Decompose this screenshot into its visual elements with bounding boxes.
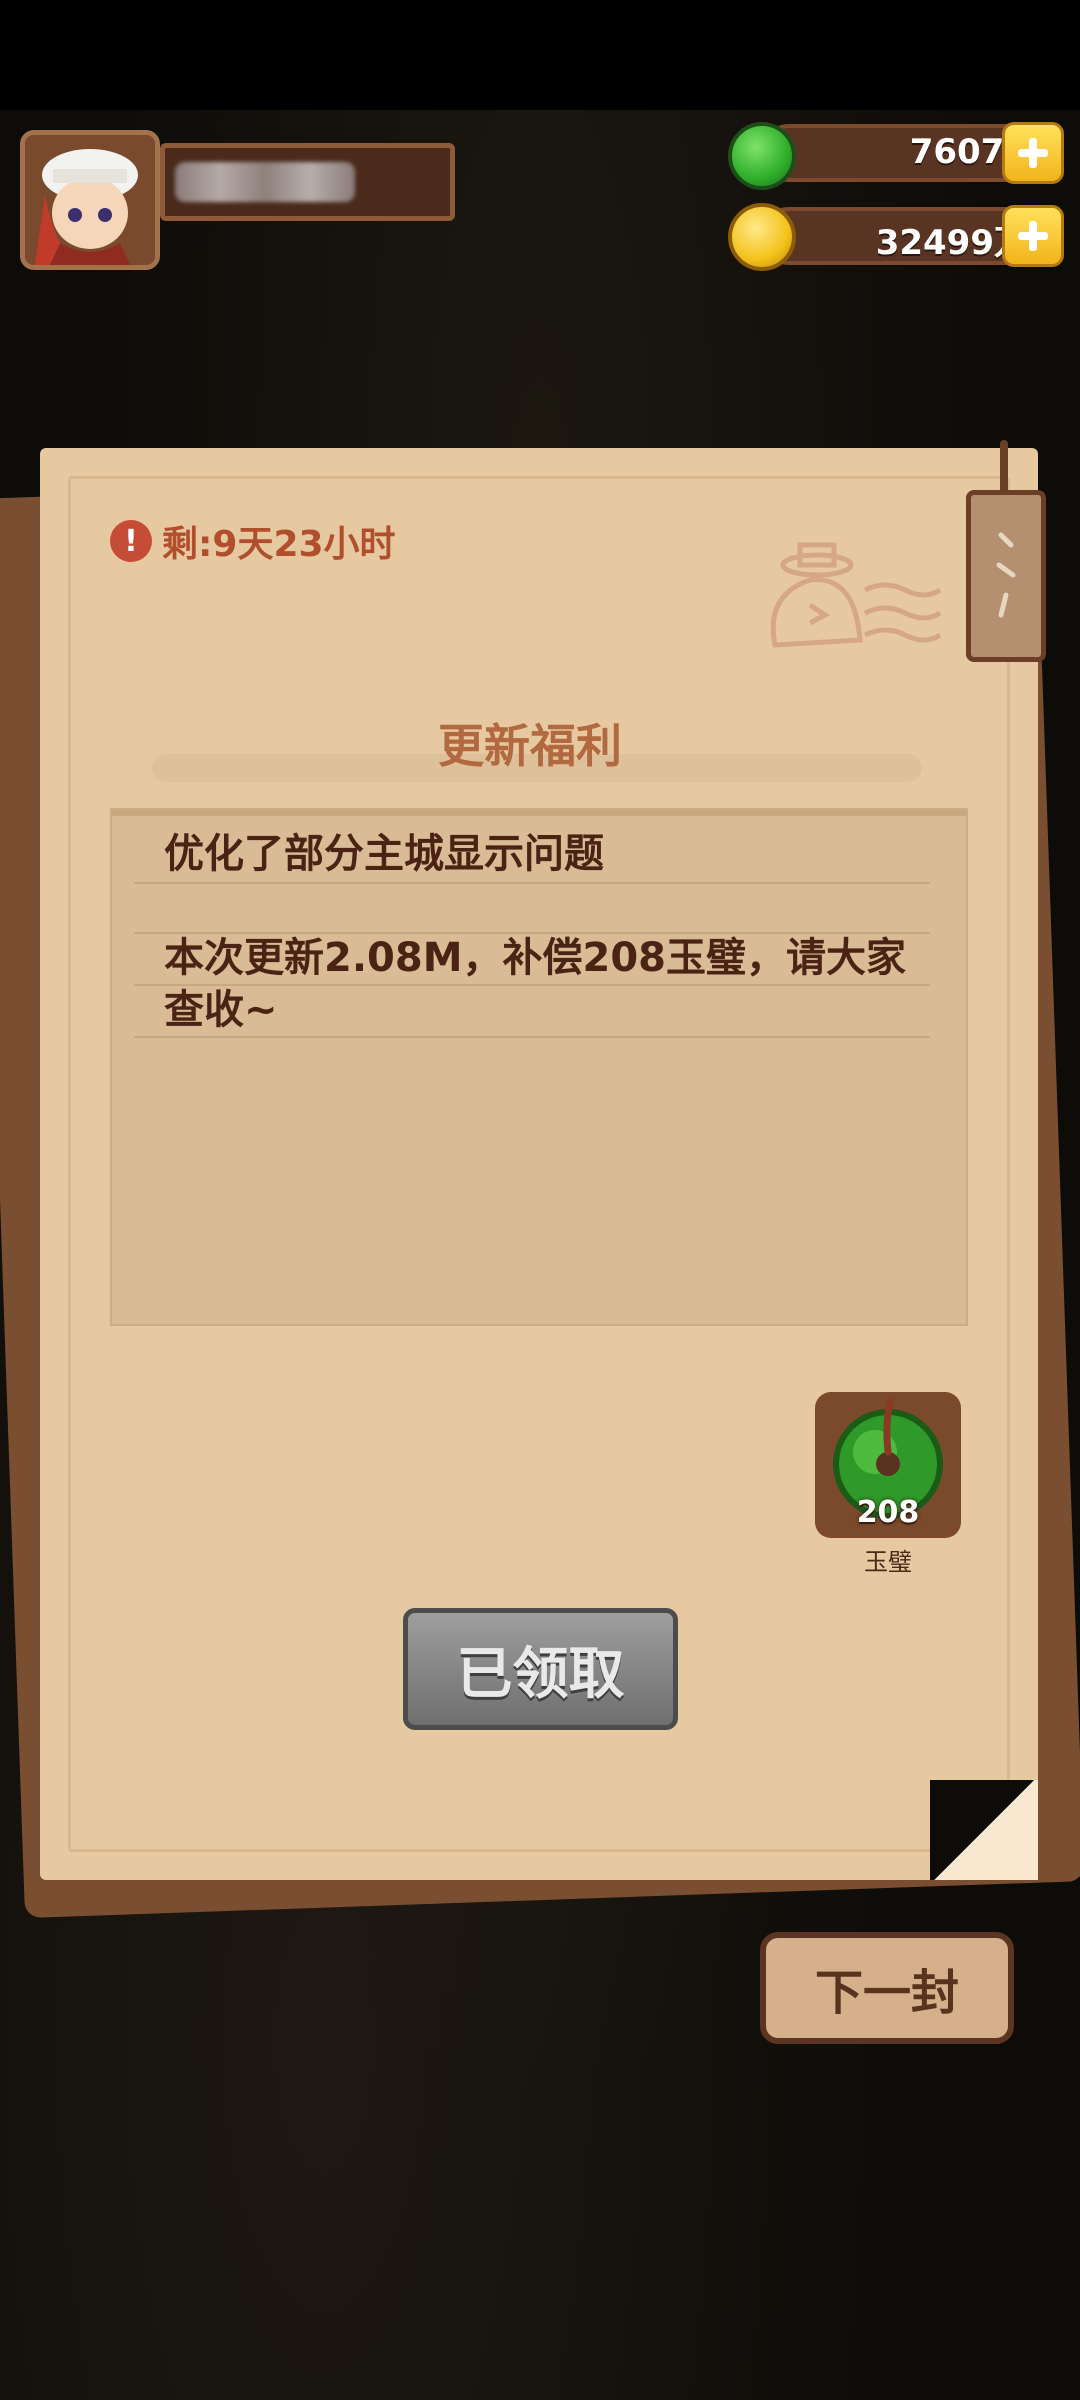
player-name-bar[interactable] (160, 143, 455, 221)
alert-icon: ! (110, 520, 152, 562)
rule-line (134, 1036, 930, 1038)
reward-count: 208 (856, 1495, 920, 1530)
player-avatar-icon (25, 135, 155, 265)
letter-title: 更新福利 (438, 719, 622, 773)
postmark-bird-icon (770, 542, 942, 648)
tag-mark-icon (996, 532, 1016, 618)
status-bar (0, 0, 1080, 110)
jade-bi-icon (728, 122, 796, 190)
content-line-1: 优化了部分主城显示问题 (164, 831, 604, 877)
rule-line (134, 882, 930, 884)
next-letter-button[interactable]: 下一封 (760, 1932, 1014, 2044)
plus-icon (1018, 138, 1048, 168)
rule-line (134, 984, 930, 986)
letter-tag (966, 490, 1046, 662)
remaining-time: ! 剩:9天23小时 (110, 515, 396, 567)
letter-content: 优化了部分主城显示问题 本次更新2.08M，补偿208玉璧，请大家查收~ (110, 808, 968, 1326)
reward-label: 玉璧 (864, 1548, 912, 1576)
reward-item[interactable]: 208 (815, 1392, 961, 1538)
player-name-obscured (175, 162, 355, 202)
add-coins-button[interactable] (1002, 205, 1064, 267)
page-fold (930, 1780, 1038, 1880)
claimed-button[interactable]: 已领取 (403, 1608, 678, 1730)
add-jade-button[interactable] (1002, 122, 1064, 184)
player-avatar[interactable] (20, 130, 160, 270)
remaining-time-text: 剩:9天23小时 (162, 524, 396, 565)
gold-coin-icon (728, 203, 796, 271)
plus-icon (1018, 221, 1048, 251)
